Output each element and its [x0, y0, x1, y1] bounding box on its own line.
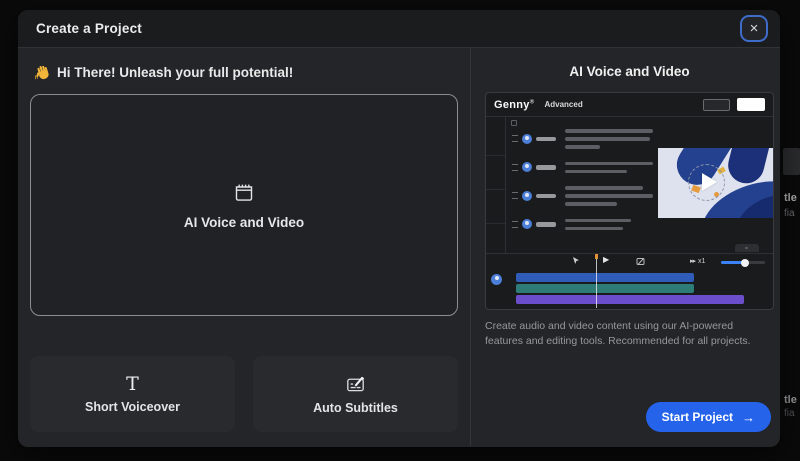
video-track	[516, 273, 694, 282]
timeline-tab	[735, 244, 759, 252]
text-line-placeholder	[565, 226, 623, 230]
cursor-icon	[573, 257, 579, 264]
auto-subtitles-label: Auto Subtitles	[313, 400, 398, 415]
drag-handle-icon	[512, 135, 518, 143]
greeting-text: Hi There! Unleash your full potential!	[57, 65, 294, 80]
speaker-name-placeholder	[536, 136, 556, 141]
create-project-modal: Create a Project × Hi There! Unleash you…	[18, 10, 780, 447]
subtitles-edit-icon	[347, 376, 365, 391]
background-text-fragment: tle	[784, 192, 797, 204]
short-voiceover-label: Short Voiceover	[85, 400, 180, 414]
page-background: tle fia tle fia Create a Project × Hi Th…	[0, 0, 800, 461]
genny-editor-preview-image: Genny® Advanced ▶ ▸▸ x1	[485, 92, 774, 310]
playhead-line	[596, 254, 597, 308]
serif-t-icon: T	[126, 373, 139, 395]
playhead-marker	[595, 254, 598, 259]
preview-ghost-button	[703, 98, 730, 111]
start-project-label: Start Project	[661, 410, 733, 424]
trim-icon	[636, 258, 645, 265]
project-type-pane: Hi There! Unleash your full potential! A…	[18, 48, 470, 446]
volume-fill	[721, 261, 743, 264]
advanced-mode-label: Advanced	[544, 100, 583, 109]
modal-header: Create a Project ×	[18, 10, 780, 48]
ai-voice-and-video-label: AI Voice and Video	[183, 214, 305, 230]
script-row	[512, 218, 653, 230]
genny-logo: Genny®	[494, 98, 535, 111]
music-track	[516, 295, 744, 304]
volume-knob	[741, 258, 749, 267]
script-row	[512, 186, 653, 206]
arrow-right-icon: →	[742, 409, 755, 425]
brand-mark: ®	[529, 98, 535, 105]
short-voiceover-card[interactable]: T Short Voiceover	[30, 356, 235, 432]
text-line-placeholder	[565, 218, 631, 222]
preview-video-canvas	[658, 148, 773, 218]
waving-hand-icon	[34, 65, 49, 80]
modal-body: Hi There! Unleash your full potential! A…	[18, 48, 780, 446]
speaker-avatar	[522, 190, 532, 201]
auto-subtitles-card[interactable]: Auto Subtitles	[253, 356, 458, 432]
speaker-avatar	[522, 133, 532, 144]
speaker-name-placeholder	[536, 222, 556, 227]
script-row	[512, 129, 653, 149]
background-card-edge	[783, 148, 800, 175]
preview-ruler	[486, 117, 506, 254]
speaker-avatar	[522, 162, 532, 173]
preview-solid-button	[737, 98, 765, 111]
ai-voice-and-video-card[interactable]: AI Voice and Video	[30, 94, 458, 316]
preview-timeline: ▶ ▸▸ x1	[486, 244, 773, 309]
track-list	[516, 273, 744, 304]
fast-forward-icon: ▸▸ x1	[690, 258, 706, 265]
drag-handle-icon	[512, 220, 518, 228]
background-text-fragment: fia	[784, 408, 795, 419]
volume-slider	[721, 258, 765, 267]
script-list	[512, 129, 653, 230]
background-text-fragment: tle	[784, 394, 797, 406]
text-line-placeholder	[565, 186, 643, 190]
text-line-placeholder	[565, 161, 653, 165]
drag-handle-icon	[512, 163, 518, 171]
greeting: Hi There! Unleash your full potential!	[30, 64, 458, 81]
project-description: Create audio and video content using our…	[485, 320, 751, 348]
timeline-controls: ▶ ▸▸ x1	[486, 244, 773, 270]
text-line-placeholder	[565, 129, 653, 133]
text-line-placeholder	[565, 137, 650, 141]
speaker-name-placeholder	[536, 193, 556, 198]
preview-block-icon	[511, 120, 517, 126]
secondary-cards-row: T Short Voiceover Auto Subtitles	[30, 356, 458, 432]
preview-editor-area	[486, 117, 773, 254]
text-line-placeholder	[565, 202, 617, 206]
text-line-placeholder	[565, 194, 653, 198]
play-icon	[702, 173, 717, 191]
close-button[interactable]: ×	[740, 15, 768, 42]
drag-handle-icon	[512, 192, 518, 200]
text-line-placeholder	[565, 145, 600, 149]
speaker-name-placeholder	[536, 165, 556, 170]
detail-heading: AI Voice and Video	[569, 64, 690, 79]
text-line-placeholder	[565, 169, 627, 173]
preview-topbar: Genny® Advanced	[486, 93, 773, 117]
playback-rate-label: x1	[698, 258, 706, 265]
close-icon: ×	[749, 20, 759, 37]
play-icon: ▶	[603, 255, 610, 264]
clapperboard-icon	[235, 184, 253, 201]
background-text-fragment: fia	[784, 208, 795, 219]
script-row	[512, 161, 653, 173]
audio-track	[516, 284, 694, 293]
start-project-button[interactable]: Start Project →	[645, 402, 771, 432]
detail-pane: AI Voice and Video Genny® Advanced ▶ ▸▸ …	[470, 48, 780, 446]
modal-title: Create a Project	[36, 21, 142, 36]
speaker-avatar	[522, 219, 532, 230]
track-speaker-avatar	[491, 274, 502, 285]
